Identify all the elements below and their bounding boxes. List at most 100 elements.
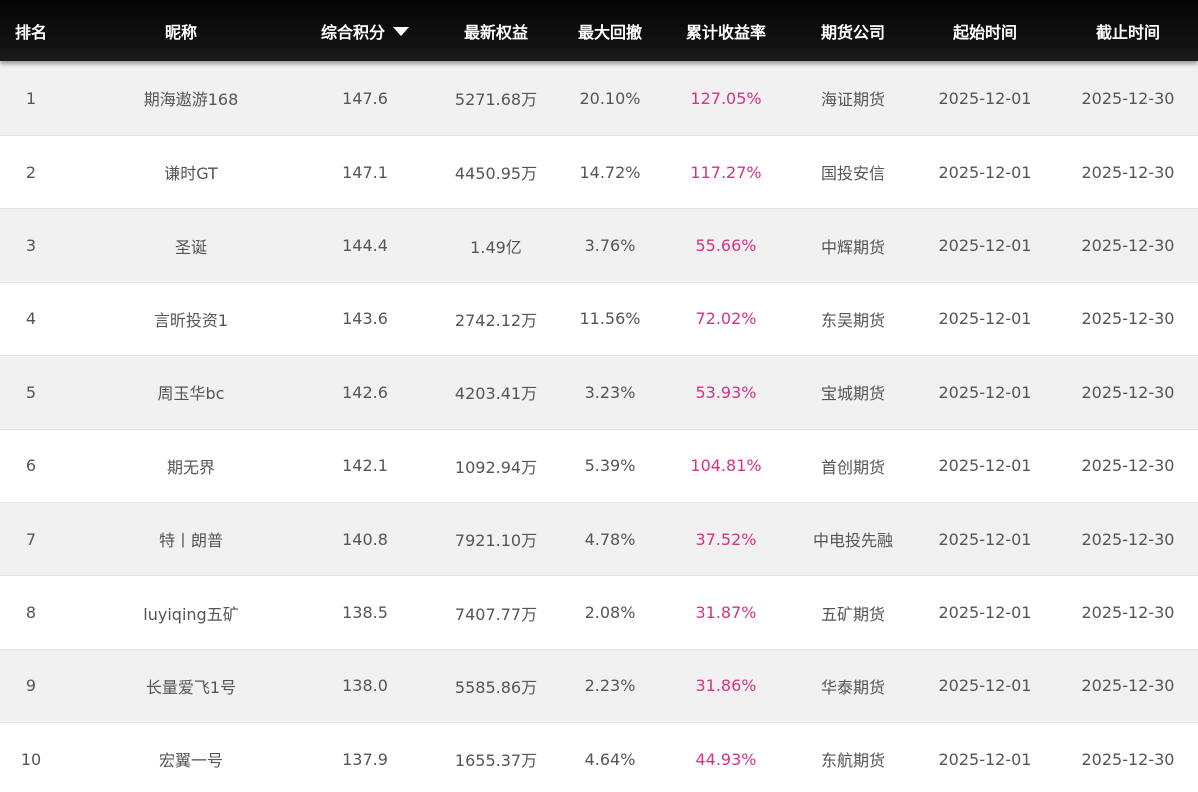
firm-cell: 首创期货	[820, 457, 885, 477]
score-cell: 143.6	[342, 309, 388, 329]
nickname-cell: 期海遨游168	[62, 86, 300, 110]
start-time-cell: 2025-12-01	[938, 676, 1032, 696]
nickname-text: 特丨朗普	[158, 531, 223, 551]
firm-cell: 国投安信	[820, 164, 885, 184]
cumulative-return-cell: 72.02%	[695, 309, 757, 329]
equity-cell: 5271.68万	[454, 90, 538, 109]
max-drawdown-cell: 3.23%	[584, 382, 636, 402]
rank-cell: 9	[25, 676, 37, 696]
start-time-cell: 2025-12-01	[938, 88, 1032, 108]
cumulative-return-cell: 31.86%	[695, 676, 757, 696]
start-time-cell: 2025-12-01	[938, 236, 1032, 256]
nickname-cell: 圣诞	[62, 234, 300, 258]
firm-cell: 中辉期货	[820, 237, 885, 257]
table-row[interactable]: 7 特丨朗普 140.8 7921.10万 4.78% 37.52% 中电投先融…	[0, 502, 1198, 577]
nickname-text: 言昕投资1	[153, 310, 229, 330]
max-drawdown-cell: 3.76%	[584, 236, 636, 256]
start-time-cell: 2025-12-01	[938, 309, 1032, 329]
end-time-cell: 2025-12-30	[1081, 676, 1175, 696]
nickname-text: 谦时GT	[164, 164, 218, 184]
equity-cell: 4450.95万	[454, 164, 538, 184]
nickname-cell: 言昕投资1	[62, 307, 300, 331]
start-time-cell: 2025-12-01	[938, 749, 1032, 769]
start-time-cell: 2025-12-01	[938, 529, 1032, 549]
cumulative-return-cell: 55.66%	[695, 236, 757, 256]
equity-cell: 1.49亿	[470, 237, 522, 257]
max-drawdown-cell: 5.39%	[584, 456, 636, 476]
cumulative-return-cell: 104.81%	[690, 456, 762, 476]
cumulative-return-cell: 44.93%	[695, 749, 757, 769]
end-time-cell: 2025-12-30	[1081, 309, 1175, 329]
header-cumulative-return[interactable]: 累计收益率	[658, 19, 794, 43]
nickname-cell: 谦时GT	[62, 160, 300, 184]
firm-cell: 海证期货	[820, 90, 885, 109]
ranking-table: 排名 昵称 综合积分 最新权益 最大回撤 累计收益率 期货公司 起始时间 截止时…	[0, 0, 1198, 792]
firm-cell: 华泰期货	[820, 677, 885, 697]
header-start-time[interactable]: 起始时间	[912, 19, 1058, 43]
max-drawdown-cell: 4.78%	[584, 529, 636, 549]
table-body: 1 期海遨游168 147.6 5271.68万 20.10% 127.05% …	[0, 61, 1198, 792]
nickname-cell: 周玉华bc	[62, 380, 300, 404]
start-time-cell: 2025-12-01	[938, 162, 1032, 182]
nickname-text: 期无界	[166, 457, 215, 477]
end-time-cell: 2025-12-30	[1081, 382, 1175, 402]
equity-cell: 7407.77万	[454, 604, 538, 624]
equity-cell: 2742.12万	[454, 310, 538, 330]
table-row[interactable]: 8 luyiqing五矿 138.5 7407.77万 2.08% 31.87%…	[0, 576, 1198, 650]
header-nickname[interactable]: 昵称	[62, 19, 300, 43]
score-cell: 138.5	[342, 603, 388, 623]
end-time-cell: 2025-12-30	[1081, 529, 1175, 549]
table-row[interactable]: 2 谦时GT 147.1 4450.95万 14.72% 117.27% 国投安…	[0, 136, 1198, 210]
end-time-cell: 2025-12-30	[1081, 456, 1175, 476]
end-time-cell: 2025-12-30	[1081, 88, 1175, 108]
header-firm[interactable]: 期货公司	[794, 19, 912, 43]
header-score[interactable]: 综合积分	[300, 19, 430, 43]
table-row[interactable]: 4 言昕投资1 143.6 2742.12万 11.56% 72.02% 东吴期…	[0, 282, 1198, 357]
firm-cell: 中电投先融	[812, 531, 893, 551]
equity-cell: 4203.41万	[454, 384, 538, 404]
rank-cell: 4	[25, 309, 37, 329]
cumulative-return-cell: 127.05%	[690, 88, 762, 108]
end-time-cell: 2025-12-30	[1081, 603, 1175, 623]
max-drawdown-cell: 14.72%	[579, 162, 641, 182]
score-cell: 147.6	[342, 88, 388, 108]
score-cell: 142.6	[342, 382, 388, 402]
header-max-drawdown[interactable]: 最大回撤	[562, 19, 658, 43]
table-row[interactable]: 9 长量爱飞1号 138.0 5585.86万 2.23% 31.86% 华泰期…	[0, 649, 1198, 724]
rank-cell: 5	[25, 382, 37, 402]
header-score-label: 综合积分	[320, 22, 385, 42]
rank-cell: 8	[25, 603, 37, 623]
header-rank[interactable]: 排名	[0, 19, 62, 43]
rank-cell: 3	[25, 236, 37, 256]
header-end-time[interactable]: 截止时间	[1058, 19, 1198, 43]
nickname-cell: 长量爱飞1号	[62, 674, 300, 698]
rank-cell: 7	[25, 529, 37, 549]
start-time-cell: 2025-12-01	[938, 382, 1032, 402]
table-row[interactable]: 3 圣诞 144.4 1.49亿 3.76% 55.66% 中辉期货 2025-…	[0, 209, 1198, 283]
start-time-cell: 2025-12-01	[938, 603, 1032, 623]
table-row[interactable]: 6 期无界 142.1 1092.94万 5.39% 104.81% 首创期货 …	[0, 429, 1198, 503]
nickname-text: 期海遨游168	[143, 90, 239, 109]
header-equity[interactable]: 最新权益	[430, 19, 562, 43]
max-drawdown-cell: 20.10%	[579, 88, 641, 108]
rank-cell: 6	[25, 456, 37, 476]
firm-cell: 五矿期货	[820, 604, 885, 624]
equity-cell: 5585.86万	[454, 677, 538, 697]
firm-cell: 宝城期货	[820, 384, 885, 404]
nickname-cell: 宏翼一号	[62, 747, 300, 771]
rank-cell: 10	[20, 749, 42, 769]
table-row[interactable]: 10 宏翼一号 137.9 1655.37万 4.64% 44.93% 东航期货…	[0, 723, 1198, 792]
caret-down-icon[interactable]	[393, 26, 409, 36]
equity-cell: 1655.37万	[454, 751, 538, 771]
score-cell: 137.9	[342, 749, 388, 769]
cumulative-return-cell: 37.52%	[695, 529, 757, 549]
table-header: 排名 昵称 综合积分 最新权益 最大回撤 累计收益率 期货公司 起始时间 截止时…	[0, 0, 1198, 61]
table-row[interactable]: 1 期海遨游168 147.6 5271.68万 20.10% 127.05% …	[0, 61, 1198, 136]
cumulative-return-cell: 31.87%	[695, 603, 757, 623]
cumulative-return-cell: 53.93%	[695, 382, 757, 402]
nickname-cell: 特丨朗普	[62, 527, 300, 551]
cumulative-return-cell: 117.27%	[690, 162, 762, 182]
rank-cell: 1	[25, 88, 37, 108]
score-cell: 142.1	[342, 456, 388, 476]
table-row[interactable]: 5 周玉华bc 142.6 4203.41万 3.23% 53.93% 宝城期货…	[0, 356, 1198, 430]
